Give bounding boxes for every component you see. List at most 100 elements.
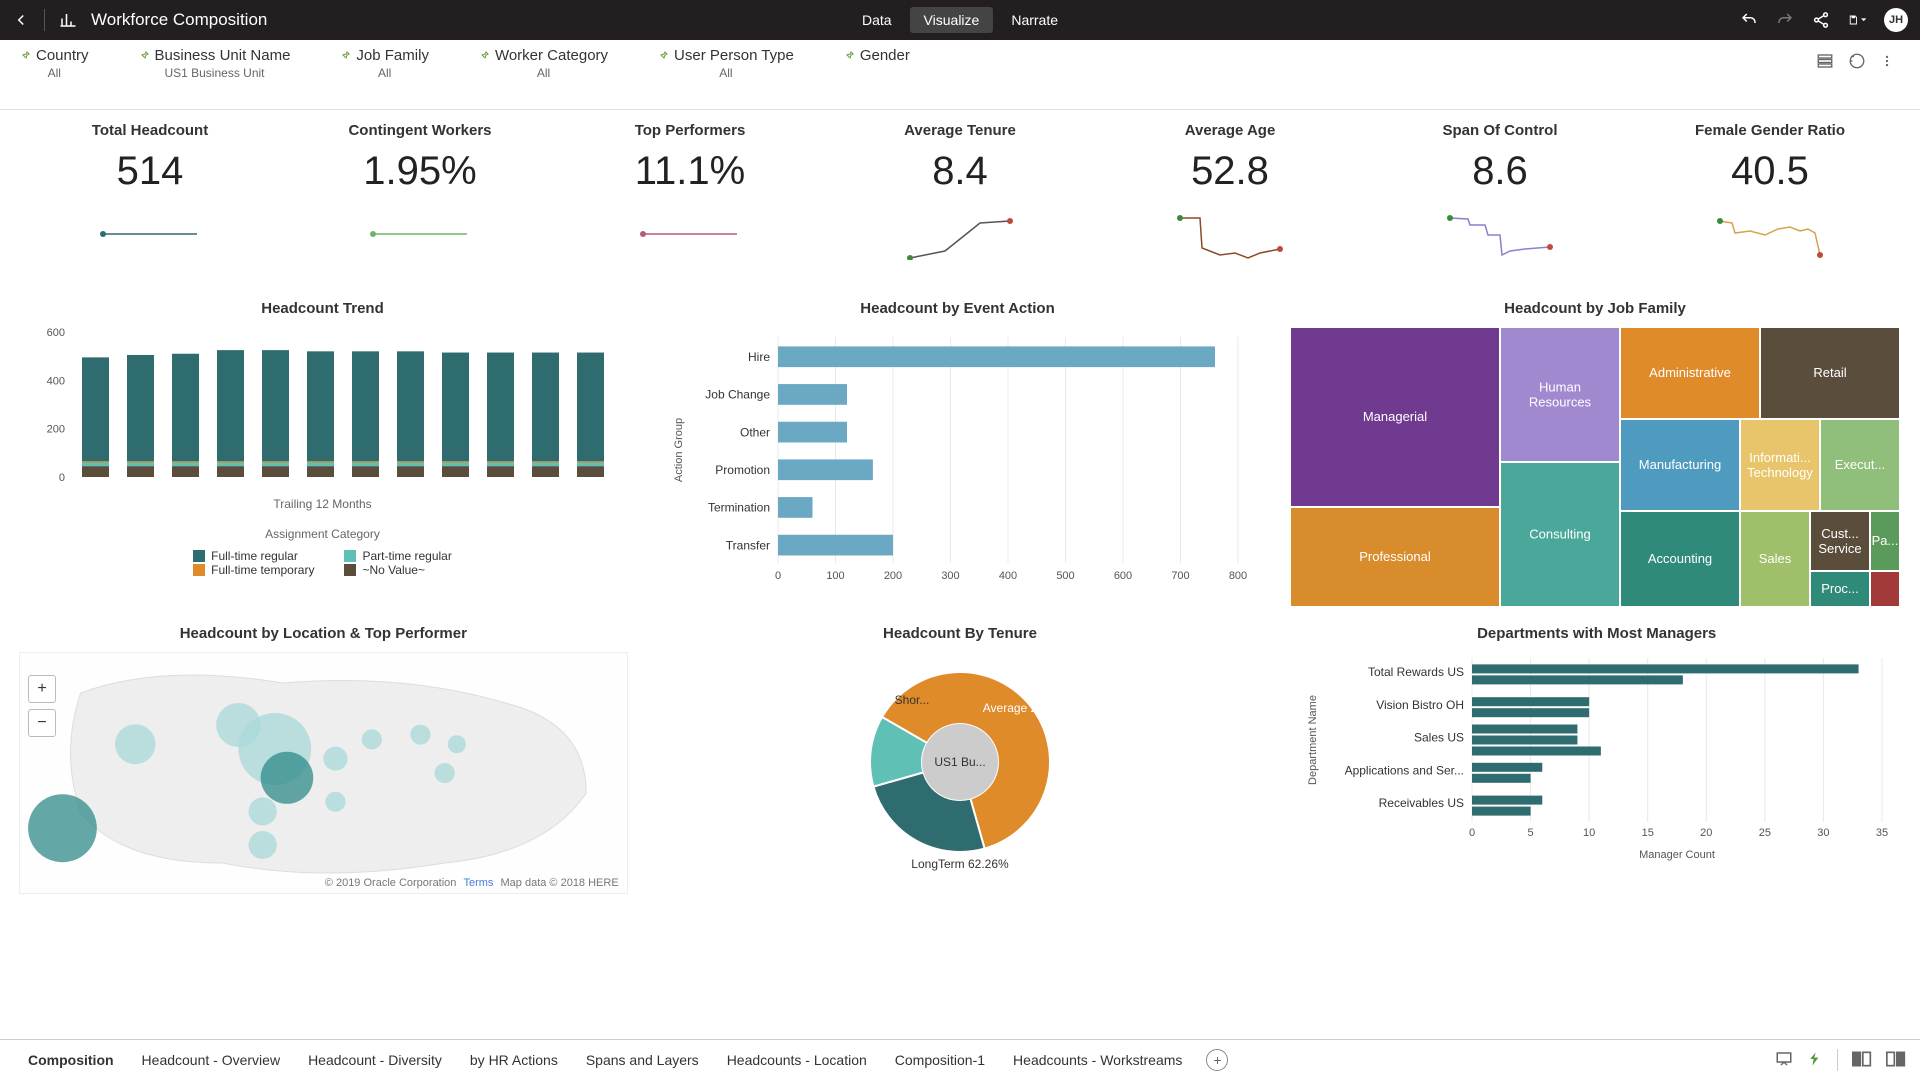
treemap-cell[interactable]: Cust...Service <box>1810 511 1870 571</box>
svg-text:Proc...: Proc... <box>1821 581 1859 596</box>
filter-settings-icon[interactable] <box>1816 52 1836 72</box>
filter-worker-category[interactable]: Worker CategoryAll <box>479 47 608 80</box>
share-icon[interactable] <box>1812 11 1830 29</box>
svg-text:100: 100 <box>826 570 844 582</box>
sheet-tab[interactable]: Composition-1 <box>881 1052 999 1068</box>
back-icon[interactable] <box>12 11 30 29</box>
map-bubble[interactable] <box>435 763 455 783</box>
kpi-average-tenure[interactable]: Average Tenure8.4 <box>830 122 1090 260</box>
zoom-out-button[interactable]: − <box>28 709 56 737</box>
map-bubble[interactable] <box>323 747 347 771</box>
svg-text:Department Name: Department Name <box>1307 695 1319 785</box>
layout-split-icon[interactable] <box>1852 1051 1872 1070</box>
kpi-average-age[interactable]: Average Age52.8 <box>1100 122 1360 260</box>
treemap-cell[interactable]: HumanResources <box>1500 327 1620 462</box>
view-mode-tabs: Data Visualize Narrate <box>848 7 1072 33</box>
panel-job-family[interactable]: Headcount by Job Family ManagerialProfes… <box>1290 300 1900 607</box>
kpi-row: Total Headcount514Contingent Workers1.95… <box>0 110 1920 260</box>
map-bubble[interactable] <box>325 792 345 812</box>
svg-text:5: 5 <box>1527 827 1533 839</box>
map-bubble[interactable] <box>115 724 155 764</box>
svg-text:Managerial: Managerial <box>1363 409 1427 424</box>
zoom-in-button[interactable]: + <box>28 675 56 703</box>
svg-text:300: 300 <box>941 570 959 582</box>
map-bubble[interactable] <box>362 729 382 749</box>
kebab-icon[interactable] <box>1880 52 1900 72</box>
redo-icon[interactable] <box>1776 11 1794 29</box>
panel-event-action[interactable]: Headcount by Event Action 01002003004005… <box>655 300 1260 607</box>
treemap-cell[interactable]: Managerial <box>1290 327 1500 507</box>
pin-icon <box>20 50 32 62</box>
kpi-contingent-workers[interactable]: Contingent Workers1.95% <box>290 122 550 260</box>
svg-text:600: 600 <box>46 327 64 339</box>
tab-data[interactable]: Data <box>848 7 906 33</box>
treemap-cell[interactable]: Pa... <box>1870 511 1900 571</box>
svg-text:Action Group: Action Group <box>673 418 685 482</box>
save-icon[interactable] <box>1848 11 1866 29</box>
svg-text:Retail: Retail <box>1813 365 1846 380</box>
filter-country[interactable]: CountryAll <box>20 47 89 80</box>
map-attribution: © 2019 Oracle Corporation Terms Map data… <box>325 877 619 889</box>
chart-icon <box>59 11 77 29</box>
map-bubble[interactable] <box>249 831 277 859</box>
chart-legend: Full-time regularFull-time temporaryPart… <box>193 549 452 577</box>
panel-tenure-donut[interactable]: Headcount By Tenure US1 Bu...Shor...Aver… <box>657 625 1264 894</box>
tab-narrate[interactable]: Narrate <box>997 7 1072 33</box>
filter-user-person-type[interactable]: User Person TypeAll <box>658 47 794 80</box>
map-bubble[interactable] <box>410 725 430 745</box>
treemap-cell[interactable]: Consulting <box>1500 462 1620 607</box>
treemap-cell[interactable]: Manufacturing <box>1620 419 1740 511</box>
map-bubble[interactable] <box>261 752 314 804</box>
layout-single-icon[interactable] <box>1886 1051 1906 1070</box>
panel-headcount-trend[interactable]: Headcount Trend 0200400600 Trailing 12 M… <box>20 300 625 607</box>
map-bubble[interactable] <box>28 794 97 862</box>
filter-history-icon[interactable] <box>1848 52 1868 72</box>
kpi-female-gender-ratio[interactable]: Female Gender Ratio40.5 <box>1640 122 1900 260</box>
add-sheet-button[interactable]: + <box>1206 1049 1228 1071</box>
kpi-total-headcount[interactable]: Total Headcount514 <box>20 122 280 260</box>
sheet-tab[interactable]: Headcount - Diversity <box>294 1052 456 1068</box>
svg-text:Manager Count: Manager Count <box>1639 849 1715 861</box>
sheet-tab[interactable]: Headcount - Overview <box>128 1052 295 1068</box>
filter-business-unit-name[interactable]: Business Unit NameUS1 Business Unit <box>139 47 291 80</box>
filter-job-family[interactable]: Job FamilyAll <box>340 47 429 80</box>
sheet-tab[interactable]: Headcounts - Location <box>713 1052 881 1068</box>
sheet-tab[interactable]: by HR Actions <box>456 1052 572 1068</box>
undo-icon[interactable] <box>1740 11 1758 29</box>
svg-text:Accounting: Accounting <box>1648 551 1712 566</box>
kpi-span-of-control[interactable]: Span Of Control8.6 <box>1370 122 1630 260</box>
treemap-cell[interactable]: Informati...Technology <box>1740 419 1820 511</box>
present-icon[interactable] <box>1775 1050 1793 1071</box>
filter-gender[interactable]: Gender <box>844 47 910 80</box>
treemap-cell[interactable] <box>1870 571 1900 607</box>
svg-text:0: 0 <box>1469 827 1475 839</box>
panel-location-map[interactable]: Headcount by Location & Top Performer + … <box>20 625 627 894</box>
map-canvas[interactable]: + − © 2019 Oracle Corporation Terms Map … <box>19 652 628 894</box>
svg-text:Termination: Termination <box>707 501 769 515</box>
sheet-tab[interactable]: Spans and Layers <box>572 1052 713 1068</box>
svg-text:Service: Service <box>1818 541 1861 556</box>
treemap-cell[interactable]: Sales <box>1740 511 1810 607</box>
treemap-cell[interactable]: Accounting <box>1620 511 1740 607</box>
svg-text:Sales: Sales <box>1759 551 1792 566</box>
kpi-top-performers[interactable]: Top Performers11.1% <box>560 122 820 260</box>
map-bubble[interactable] <box>249 797 277 825</box>
tab-visualize[interactable]: Visualize <box>910 7 994 33</box>
treemap-cell[interactable]: Administrative <box>1620 327 1760 419</box>
chart-subtitle: Trailing 12 Months <box>273 497 371 511</box>
map-bubble[interactable] <box>448 735 466 753</box>
treemap-cell[interactable]: Proc... <box>1810 571 1870 607</box>
terms-link[interactable]: Terms <box>463 877 493 889</box>
svg-text:800: 800 <box>1228 570 1246 582</box>
svg-text:Shor...: Shor... <box>895 693 930 707</box>
pin-icon <box>844 50 856 62</box>
treemap-cell[interactable]: Professional <box>1290 507 1500 607</box>
panel-dept-managers[interactable]: Departments with Most Managers 051015202… <box>1293 625 1900 894</box>
treemap-cell[interactable]: Execut... <box>1820 419 1900 511</box>
sheet-tab[interactable]: Headcounts - Workstreams <box>999 1052 1196 1068</box>
pin-icon <box>479 50 491 62</box>
refresh-icon[interactable] <box>1807 1050 1823 1071</box>
avatar[interactable]: JH <box>1884 8 1908 32</box>
treemap-cell[interactable]: Retail <box>1760 327 1900 419</box>
sheet-tab[interactable]: Composition <box>14 1052 128 1068</box>
